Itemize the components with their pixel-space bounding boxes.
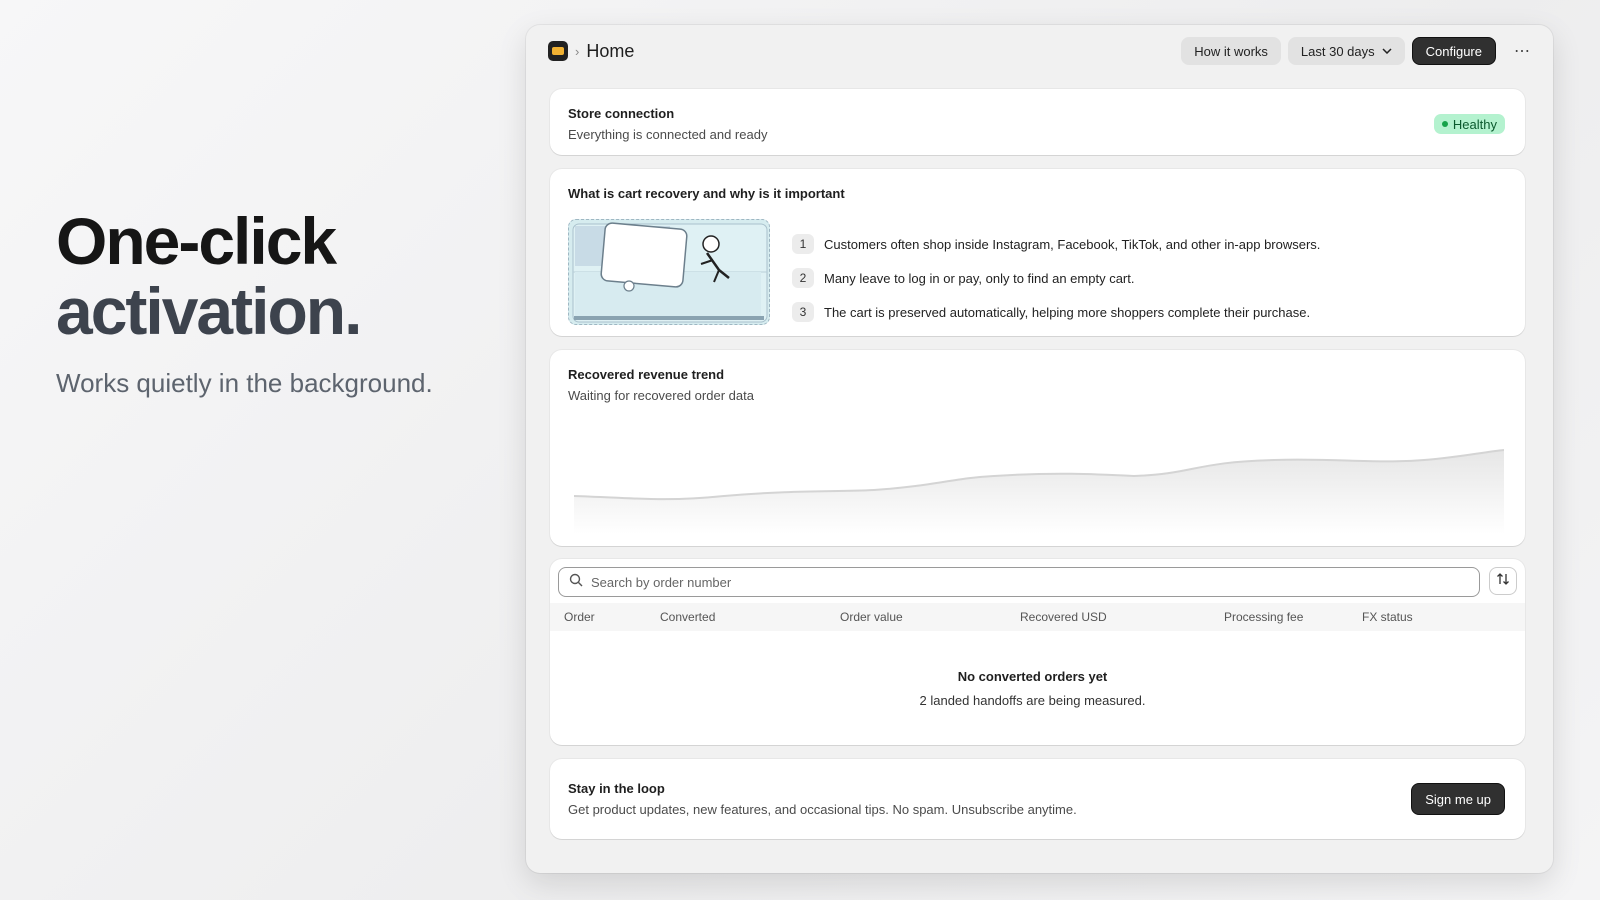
revenue-trend-subtitle: Waiting for recovered order data	[568, 388, 754, 403]
orders-card: Order Converted Order value Recovered US…	[550, 559, 1525, 745]
status-badge-label: Healthy	[1452, 116, 1497, 132]
column-header-order[interactable]: Order	[564, 610, 595, 624]
cart-recovery-illustration	[568, 219, 770, 325]
status-dot-icon	[1441, 121, 1448, 127]
empty-state-subtitle: 2 landed handoffs are being measured.	[919, 693, 1146, 708]
column-header-recovered-usd[interactable]: Recovered USD	[1020, 610, 1107, 624]
configure-button[interactable]: Configure	[1411, 37, 1496, 65]
more-options-icon[interactable]: ⋯	[1514, 41, 1531, 61]
app-window: › Home How it works Last 30 days Configu…	[526, 25, 1553, 873]
hero-subtitle: Works quietly in the background.	[56, 368, 433, 398]
cart-recovery-title: What is cart recovery and why is it impo…	[568, 186, 845, 201]
newsletter-title: Stay in the loop	[568, 781, 665, 796]
column-header-fx-status[interactable]: FX status	[1362, 610, 1413, 624]
sort-arrows-icon	[1496, 572, 1510, 591]
page-title: Home	[586, 40, 635, 61]
search-icon	[569, 573, 583, 592]
list-item: 1 Customers often shop inside Instagram,…	[792, 227, 1320, 261]
column-header-processing-fee[interactable]: Processing fee	[1224, 610, 1303, 624]
cart-recovery-steps: 1 Customers often shop inside Instagram,…	[792, 227, 1320, 329]
step-text: The cart is preserved automatically, hel…	[824, 304, 1311, 320]
app-logo-icon[interactable]	[548, 41, 568, 61]
newsletter-card: Stay in the loop Get product updates, ne…	[550, 759, 1525, 839]
search-input[interactable]	[591, 574, 1479, 590]
top-bar: › Home How it works Last 30 days Configu…	[548, 37, 1531, 65]
revenue-trend-title: Recovered revenue trend	[568, 367, 725, 382]
hero-headline: One-click activation.	[56, 206, 496, 346]
column-header-converted[interactable]: Converted	[660, 610, 715, 624]
step-text: Many leave to log in or pay, only to fin…	[824, 270, 1135, 286]
step-number: 2	[792, 268, 814, 288]
breadcrumb-separator: ›	[575, 43, 580, 59]
step-number: 1	[792, 234, 814, 254]
sort-button[interactable]	[1489, 567, 1517, 595]
step-number: 3	[792, 302, 814, 322]
list-item: 2 Many leave to log in or pay, only to f…	[792, 261, 1320, 295]
empty-state-title: No converted orders yet	[957, 669, 1108, 684]
order-search-row	[558, 567, 1517, 597]
how-it-works-button[interactable]: How it works	[1181, 37, 1281, 65]
store-connection-subtitle: Everything is connected and ready	[568, 127, 768, 142]
step-text: Customers often shop inside Instagram, F…	[824, 236, 1321, 252]
hero-headline-line1: One-click	[56, 204, 337, 278]
store-connection-card: Store connection Everything is connected…	[550, 89, 1525, 155]
revenue-trend-card: Recovered revenue trend Waiting for reco…	[550, 350, 1525, 546]
list-item: 3 The cart is preserved automatically, h…	[792, 295, 1320, 329]
revenue-trend-placeholder-chart	[574, 449, 1504, 534]
search-field[interactable]	[558, 567, 1480, 597]
hero: One-click activation. Works quietly in t…	[56, 206, 496, 399]
newsletter-subtitle: Get product updates, new features, and o…	[568, 802, 1077, 817]
status-badge: Healthy	[1433, 114, 1505, 134]
cart-recovery-card: What is cart recovery and why is it impo…	[550, 169, 1525, 336]
column-header-order-value[interactable]: Order value	[840, 610, 903, 624]
date-range-label: Last 30 days	[1300, 43, 1375, 59]
hero-headline-line2: activation.	[56, 274, 362, 348]
table-header: Order Converted Order value Recovered US…	[550, 603, 1525, 631]
sign-up-button[interactable]: Sign me up	[1411, 783, 1505, 815]
chevron-down-icon	[1382, 46, 1392, 57]
date-range-select[interactable]: Last 30 days	[1287, 37, 1405, 65]
store-connection-title: Store connection	[568, 106, 675, 121]
